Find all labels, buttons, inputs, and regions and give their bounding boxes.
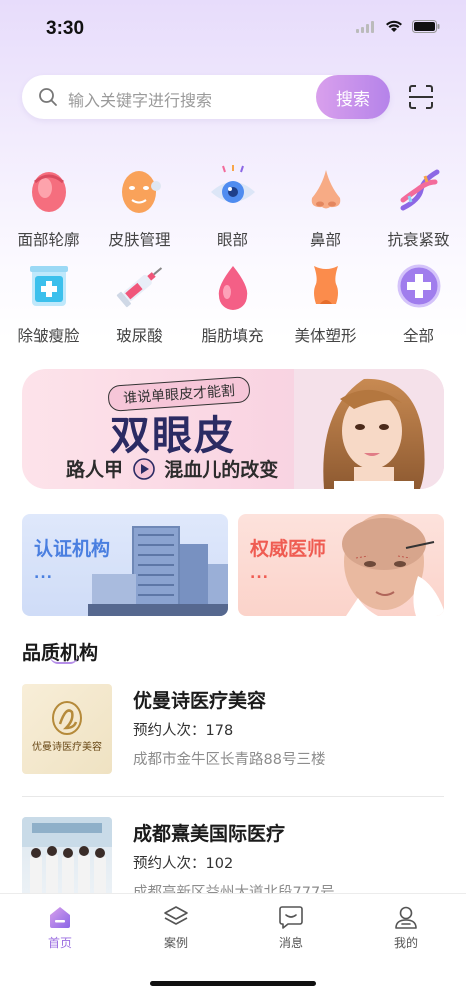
- category-label: 眼部: [216, 231, 248, 249]
- banner-subtitle-right: 混血儿的改变: [164, 459, 279, 481]
- search-input[interactable]: 输入关键字进行搜索 搜索: [22, 75, 390, 119]
- category-label: 脂肪填充: [201, 327, 264, 345]
- tab-label: 消息: [278, 936, 303, 950]
- search-placeholder: 输入关键字进行搜索: [68, 91, 213, 110]
- tab-messages[interactable]: 消息: [233, 902, 349, 951]
- card-title: 权威医师: [250, 538, 327, 560]
- card-more: ...: [250, 566, 269, 582]
- dna-icon: [389, 160, 449, 220]
- category-label: 鼻部: [309, 231, 341, 249]
- category-body-shape[interactable]: 美体塑形: [279, 256, 372, 346]
- category-label: 全部: [402, 327, 434, 345]
- search-icon: [39, 88, 57, 106]
- institution-logo: 优曼诗医疗美容: [22, 684, 112, 774]
- status-icons: [356, 20, 440, 33]
- category-hyaluronic[interactable]: 玻尿酸: [93, 256, 186, 346]
- tab-cases[interactable]: 案例: [118, 902, 234, 951]
- institution-name: 优曼诗医疗美容: [133, 690, 267, 712]
- category-anti-aging[interactable]: 抗衰紧致: [372, 160, 465, 250]
- status-bar: 3:30: [0, 0, 466, 60]
- search-row: 输入关键字进行搜索 搜索: [22, 75, 444, 119]
- tab-label: 首页: [47, 936, 72, 950]
- model-portrait-image: [294, 369, 444, 489]
- tab-label: 我的: [393, 936, 418, 950]
- institution-bookings: 预约人次：178: [133, 723, 234, 739]
- tab-label: 案例: [163, 936, 188, 950]
- tab-home[interactable]: 首页: [2, 902, 118, 951]
- search-button[interactable]: 搜索: [316, 75, 390, 119]
- home-indicator[interactable]: [150, 981, 316, 986]
- institution-logo-text: 优曼诗医疗美容: [32, 742, 102, 753]
- category-label: 玻尿酸: [116, 327, 163, 345]
- category-skin[interactable]: 皮肤管理: [93, 160, 186, 250]
- card-title: 认证机构: [34, 538, 111, 560]
- category-label: 美体塑形: [294, 327, 357, 345]
- category-nose[interactable]: 鼻部: [279, 160, 372, 250]
- category-label: 皮肤管理: [108, 231, 171, 249]
- category-label: 抗衰紧致: [387, 231, 450, 249]
- all-plus-icon: [389, 256, 449, 316]
- message-icon: [279, 906, 303, 929]
- building-image: [88, 526, 228, 616]
- section-title-underline: [50, 656, 78, 664]
- banner-title: 双眼皮: [110, 412, 236, 459]
- card-more: ...: [34, 566, 53, 582]
- category-label: 面部轮廓: [17, 231, 80, 249]
- institution-bookings: 预约人次：102: [133, 856, 234, 872]
- user-icon: [395, 906, 417, 929]
- institution-address: 成都市金牛区长青路88号三楼: [133, 752, 326, 768]
- banner-subtitle-left: 路人甲: [66, 459, 124, 481]
- eye-icon: [203, 160, 263, 220]
- certified-institutions-card[interactable]: 认证机构 ...: [22, 514, 228, 616]
- promo-banner[interactable]: 谁说单眼皮才能割 双眼皮 路人甲 混血儿的改变: [22, 369, 444, 489]
- medicine-box-icon: [19, 256, 79, 316]
- feature-cards: 认证机构 ... 权威医师 ...: [22, 514, 444, 616]
- institution-item[interactable]: 优曼诗医疗美容 优曼诗医疗美容 预约人次：178 成都市金牛区长青路88号三楼: [22, 684, 444, 784]
- category-eye[interactable]: 眼部: [186, 160, 279, 250]
- body-shape-icon: [296, 256, 356, 316]
- category-face-contour[interactable]: 面部轮廓: [2, 160, 95, 250]
- category-all[interactable]: 全部: [372, 256, 465, 346]
- battery-icon: [412, 20, 440, 33]
- category-fat-fill[interactable]: 脂肪填充: [186, 256, 279, 346]
- institution-name: 成都熹美国际医疗: [133, 823, 286, 845]
- fat-drop-icon: [203, 256, 263, 316]
- category-wrinkle[interactable]: 除皱瘦脸: [2, 256, 95, 346]
- authority-doctors-card[interactable]: 权威医师 ...: [238, 514, 444, 616]
- status-time: 3:30: [46, 18, 85, 39]
- wifi-icon: [386, 20, 402, 32]
- divider: [22, 796, 444, 797]
- face-contour-icon: [19, 160, 79, 220]
- swan-logo-icon: [52, 701, 82, 735]
- layers-icon: [164, 906, 188, 925]
- nose-icon: [296, 160, 356, 220]
- home-icon: [50, 907, 70, 928]
- signal-icon: [356, 20, 374, 33]
- category-label: 除皱瘦脸: [17, 327, 80, 345]
- scan-icon[interactable]: [408, 84, 434, 110]
- syringe-icon: [110, 256, 170, 316]
- doctor-face-image: [342, 514, 444, 616]
- face-mask-icon: [110, 160, 170, 220]
- banner-subtitle: 路人甲 混血儿的改变: [66, 455, 278, 482]
- arrow-circle-icon: [132, 458, 155, 480]
- app-screen: 3:30 输入关键字进行搜索 搜索 面部轮廓 皮肤管理 眼部 鼻部 抗衰紧致 除…: [0, 0, 466, 997]
- tab-profile[interactable]: 我的: [348, 902, 464, 951]
